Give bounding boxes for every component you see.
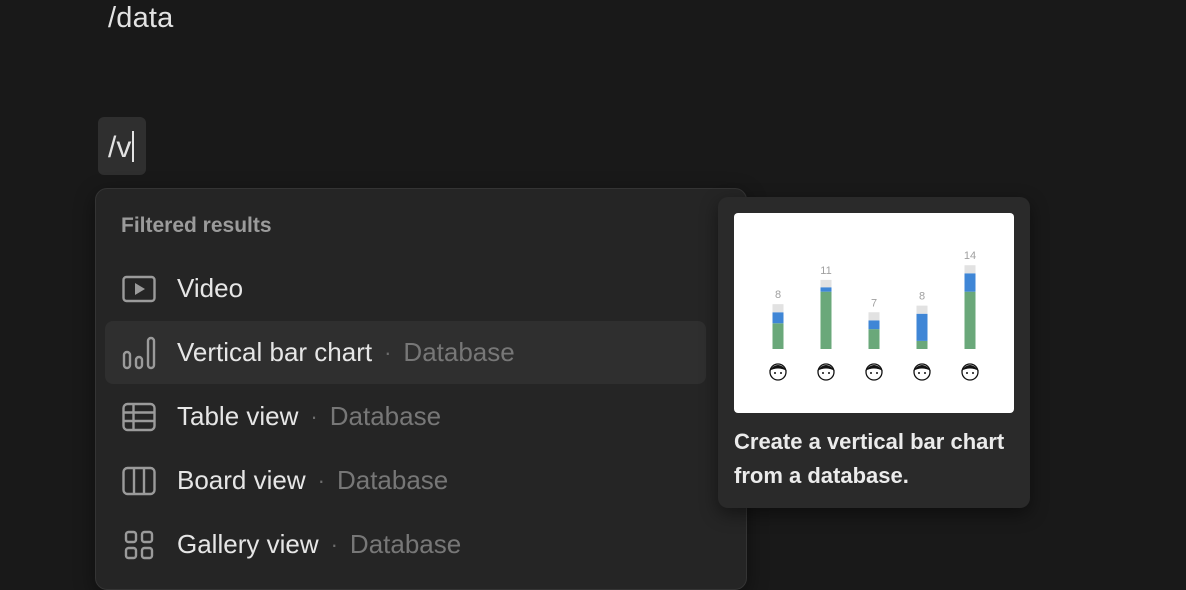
preview-chart: 8 11 7 8 14	[769, 250, 979, 381]
menu-item-label: Table view	[177, 401, 299, 431]
slash-command-menu: Filtered results Video Vertical bar char…	[95, 188, 747, 590]
menu-section-header: Filtered results	[121, 214, 272, 237]
avatar-eye-icon	[822, 372, 824, 374]
avatar-eye-icon	[870, 372, 872, 374]
separator-dot: ·	[384, 339, 392, 365]
preview-bar-green	[772, 323, 784, 349]
table-icon	[120, 398, 158, 436]
preview-bar-green	[964, 291, 976, 349]
preview-bar-gray	[964, 265, 976, 274]
avatar-eye-icon	[774, 372, 776, 374]
slash-command-input[interactable]: /v	[98, 117, 146, 175]
preview-bar-total-label: 14	[964, 250, 976, 262]
preview-bar-green	[916, 340, 928, 349]
video-icon	[120, 270, 158, 308]
preview-bar-green	[820, 291, 832, 349]
menu-item-table-view[interactable]: Table view · Database	[105, 385, 706, 448]
preview-image: 8 11 7 8 14	[734, 213, 1014, 413]
preview-bar-blue	[964, 273, 976, 292]
preview-bar-total-label: 11	[820, 265, 831, 277]
preview-bar-total-label: 8	[919, 291, 925, 303]
avatar-eye-icon	[780, 372, 782, 374]
preview-bar-total-label: 7	[871, 297, 877, 309]
previous-block-text[interactable]: /data	[108, 2, 174, 35]
vertical-bar-chart-icon	[120, 334, 158, 372]
menu-item-label: Board view	[177, 465, 306, 495]
preview-bar-blue	[772, 312, 784, 324]
slash-query-text: /v	[108, 131, 132, 164]
menu-item-vertical-bar-chart[interactable]: Vertical bar chart · Database	[105, 321, 706, 384]
separator-dot: ·	[317, 467, 325, 493]
avatar-eye-icon	[828, 372, 830, 374]
preview-tooltip: 8 11 7 8 14 Create a vertical bar chart from…	[718, 197, 1030, 508]
menu-item-board-view[interactable]: Board view · Database	[105, 449, 706, 512]
menu-item-label: Vertical bar chart	[177, 337, 373, 367]
separator-dot: ·	[330, 531, 338, 557]
preview-bar-total-label: 8	[775, 289, 781, 301]
avatar-eye-icon	[972, 372, 974, 374]
preview-bar-gray	[820, 279, 832, 288]
text-caret	[132, 131, 135, 162]
preview-bar-gray	[772, 304, 784, 313]
avatar-eye-icon	[876, 372, 878, 374]
preview-bar-blue	[868, 320, 880, 330]
avatar-eye-icon	[918, 372, 920, 374]
menu-item-video[interactable]: Video	[105, 257, 706, 320]
separator-dot: ·	[310, 403, 318, 429]
preview-bar-blue	[820, 287, 832, 292]
menu-item-label: Video	[177, 273, 244, 303]
menu-item-sublabel: Database	[329, 401, 442, 431]
menu-item-label: Gallery view	[177, 529, 319, 559]
preview-bar-blue	[916, 313, 928, 341]
avatar-eye-icon	[966, 372, 968, 374]
menu-item-gallery-view[interactable]: Gallery view · Database	[105, 513, 706, 576]
menu-item-sublabel: Database	[349, 529, 462, 559]
preview-bar-green	[868, 329, 880, 349]
preview-bar-gray	[868, 312, 880, 321]
preview-bar-gray	[916, 305, 928, 314]
preview-description: Create a vertical bar chart from a datab…	[734, 429, 1005, 488]
avatar-eye-icon	[924, 372, 926, 374]
board-icon	[120, 462, 158, 500]
gallery-icon	[120, 526, 158, 564]
menu-item-sublabel: Database	[336, 465, 449, 495]
menu-item-sublabel: Database	[403, 337, 515, 367]
